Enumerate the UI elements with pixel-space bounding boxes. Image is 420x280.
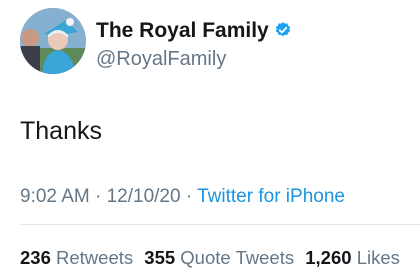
display-name[interactable]: The Royal Family: [96, 19, 292, 43]
tweet-text: Thanks: [20, 117, 102, 145]
divider: [20, 224, 420, 225]
retweets-stat[interactable]: 236 Retweets: [20, 247, 133, 268]
likes-stat[interactable]: 1,260 Likes: [305, 247, 400, 268]
display-name-text: The Royal Family: [96, 19, 269, 42]
tweet-card: The Royal Family @RoyalFamily Thanks 9:0…: [0, 0, 420, 280]
quote-tweets-stat[interactable]: 355 Quote Tweets: [144, 247, 294, 268]
avatar-image: [20, 8, 86, 74]
user-handle[interactable]: @RoyalFamily: [96, 48, 226, 71]
avatar[interactable]: [20, 8, 86, 74]
engagement-stats: 236 Retweets 355 Quote Tweets 1,260 Like…: [20, 247, 406, 269]
quote-tweets-count: 355: [144, 247, 176, 268]
tweet-meta: 9:02 AM · 12/10/20 · Twitter for iPhone: [20, 186, 345, 208]
meta-separator: ·: [95, 186, 102, 207]
retweets-count: 236: [20, 247, 51, 268]
retweets-label: Retweets: [56, 247, 134, 268]
likes-label: Likes: [356, 247, 400, 268]
tweet-date[interactable]: 12/10/20: [107, 186, 181, 207]
verified-badge-icon: [275, 22, 290, 37]
meta-separator: ·: [185, 186, 193, 207]
likes-count: 1,260: [305, 247, 352, 268]
tweet-time[interactable]: 9:02 AM: [20, 186, 90, 207]
tweet-source-link[interactable]: Twitter for iPhone: [197, 186, 345, 207]
quote-tweets-label: Quote Tweets: [180, 247, 295, 268]
